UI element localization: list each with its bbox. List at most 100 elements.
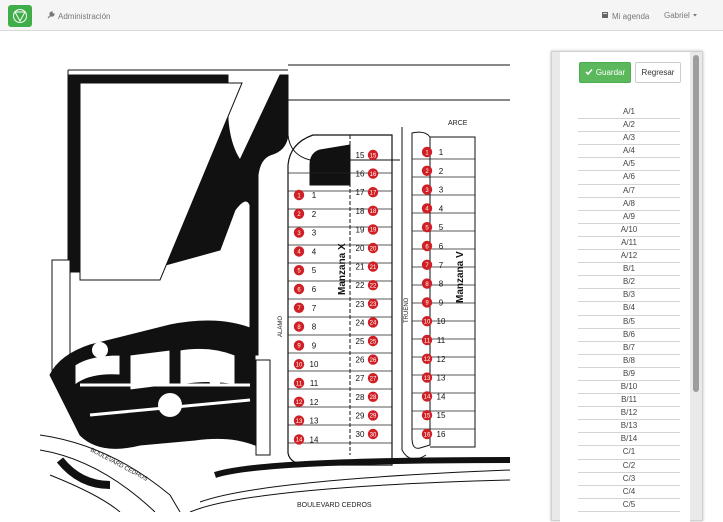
street-label-trueno: TRUENO — [404, 297, 410, 323]
lot-list-item[interactable]: C/1 — [578, 446, 680, 460]
street-label-arce: ARCE — [448, 120, 468, 127]
lot-list-item[interactable]: B/4 — [578, 302, 680, 316]
lot-marker-number: 27 — [370, 377, 377, 383]
lot-number-label: 9 — [439, 298, 444, 307]
lot-list-item[interactable]: A/2 — [578, 119, 680, 133]
lot-list-item[interactable]: B/10 — [578, 381, 680, 395]
block-v-lots: 1 12 23 34 45 56 67 78 89 910 1011 1112 1213 1314 1415… — [421, 146, 446, 440]
lot-list-item[interactable]: A/6 — [578, 171, 680, 185]
panel-scrollbar[interactable] — [693, 55, 699, 392]
lot-number-label: 5 — [439, 223, 444, 232]
lot-number-label: 1 — [439, 148, 444, 157]
lot-number-label: 4 — [312, 247, 317, 256]
nav-mi-agenda[interactable]: Mi agenda — [601, 11, 649, 21]
lot-number-label: 10 — [310, 360, 319, 369]
lot-list-item[interactable]: A/1 — [578, 106, 680, 120]
lot-number-label: 18 — [356, 207, 365, 216]
logo-icon — [13, 9, 27, 23]
block-label-x: Manzana X — [337, 243, 348, 295]
nav-administracion[interactable]: Administración — [47, 11, 110, 21]
lot-marker-number: 12 — [296, 400, 303, 406]
lot-number-label: 10 — [437, 317, 446, 326]
lot-number-label: 13 — [310, 417, 319, 426]
save-button-label: Guardar — [595, 68, 626, 77]
lot-number-label: 28 — [356, 393, 365, 402]
lot-number-label: 24 — [356, 318, 365, 327]
lot-list-item[interactable]: C/4 — [578, 486, 680, 499]
lot-marker-number: 10 — [296, 363, 303, 369]
lot-list-item[interactable]: A/3 — [578, 132, 680, 146]
lot-marker-number: 16 — [424, 432, 431, 438]
lot-list-item[interactable]: A/4 — [578, 145, 680, 159]
lot-list-item[interactable]: C/5 — [578, 499, 680, 512]
lot-marker-number: 28 — [370, 395, 377, 401]
lot-number-label: 2 — [312, 210, 317, 219]
lot-number-label: 9 — [312, 341, 317, 350]
lot-list-item[interactable]: B/6 — [578, 329, 680, 342]
lot-number-label: 14 — [437, 392, 446, 401]
lot-marker-number: 16 — [370, 172, 377, 178]
lot-marker-number: 30 — [370, 432, 377, 438]
lot-marker-number: 15 — [424, 414, 431, 420]
lot-list-item[interactable]: B/1 — [578, 263, 680, 277]
lot-list-item[interactable]: B/3 — [578, 289, 680, 303]
lot-list-item[interactable]: B/9 — [578, 368, 680, 381]
lot-number-label: 1 — [312, 191, 317, 200]
lot-number-label: 22 — [356, 281, 365, 290]
lot-number-label: 8 — [312, 323, 317, 332]
save-button[interactable]: Guardar — [579, 62, 631, 83]
user-menu[interactable]: Gabriel — [664, 11, 698, 20]
lot-marker-number: 19 — [370, 228, 377, 234]
lot-number-label: 12 — [437, 355, 446, 364]
lot-list-item[interactable]: B/7 — [578, 342, 680, 355]
lot-list-item[interactable]: B/12 — [578, 407, 680, 421]
lot-number-label: 27 — [356, 374, 365, 383]
lot-list-item[interactable]: B/2 — [578, 276, 680, 290]
lot-list-item[interactable]: B/13 — [578, 420, 680, 434]
lot-list: A/1 A/2 A/3 A/4 A/5 A/6 A/7 A/8 A/9 A/10 A/11 A/12 B… — [578, 106, 680, 512]
lot-marker-number: 13 — [424, 376, 431, 382]
back-button[interactable]: Regresar — [635, 62, 681, 83]
lot-number-label: 7 — [312, 304, 317, 313]
lot-number-label: 13 — [437, 374, 446, 383]
lot-marker-number: 24 — [370, 321, 377, 327]
lot-number-label: 25 — [356, 337, 365, 346]
lot-list-item[interactable]: A/9 — [578, 211, 680, 224]
lot-list-item[interactable]: B/8 — [578, 355, 680, 368]
lot-marker-number: 22 — [370, 284, 377, 290]
lot-list-item[interactable]: B/11 — [578, 394, 680, 408]
lot-list-item[interactable]: A/11 — [578, 237, 680, 251]
lot-number-label: 11 — [437, 336, 446, 345]
lot-number-label: 16 — [356, 170, 365, 179]
lot-list-item[interactable]: A/5 — [578, 158, 680, 172]
lot-number-label: 4 — [439, 204, 444, 213]
lot-list-item[interactable]: A/10 — [578, 224, 680, 237]
street-label-alamo: ALAMO — [278, 316, 284, 337]
lot-marker-number: 14 — [424, 395, 431, 401]
lot-list-item[interactable]: C/2 — [578, 460, 680, 473]
lot-marker-number: 29 — [370, 414, 377, 420]
lot-number-label: 19 — [356, 225, 365, 234]
lot-list-item[interactable]: C/3 — [578, 473, 680, 486]
lot-number-label: 3 — [439, 186, 444, 195]
lot-number-label: 29 — [356, 411, 365, 420]
lot-number-label: 12 — [310, 398, 319, 407]
lot-marker-number: 11 — [296, 381, 303, 387]
lot-number-label: 8 — [439, 280, 444, 289]
lot-marker-number: 25 — [370, 339, 377, 345]
block-label-v: Manzana V — [455, 251, 466, 303]
lot-number-label: 2 — [439, 167, 444, 176]
lot-list-item[interactable]: A/12 — [578, 250, 680, 264]
lot-list-item[interactable]: B/5 — [578, 316, 680, 329]
lot-number-label: 15 — [356, 151, 365, 160]
lot-number-label: 15 — [437, 411, 446, 420]
lot-list-item[interactable]: A/8 — [578, 198, 680, 211]
block-x-lots-col2: 15 15 16 16 17 17 18 18 19 19 20 20 21 21 22 22 23 23 24 24… — [356, 149, 379, 440]
subdivision-map: ARCE ALAMO TRUENO BOULEVARD CEDROS BOULE… — [39, 64, 510, 512]
lot-list-item[interactable]: B/14 — [578, 433, 680, 447]
lot-list-item[interactable]: A/7 — [578, 185, 680, 198]
lot-marker-number: 10 — [424, 320, 431, 326]
lot-number-label: 5 — [312, 266, 317, 275]
app-logo[interactable] — [8, 5, 32, 27]
lot-selection-panel: Guardar Regresar A/1 A/2 A/3 A/4 A/5 A/6 A/7 A/… — [551, 51, 703, 522]
